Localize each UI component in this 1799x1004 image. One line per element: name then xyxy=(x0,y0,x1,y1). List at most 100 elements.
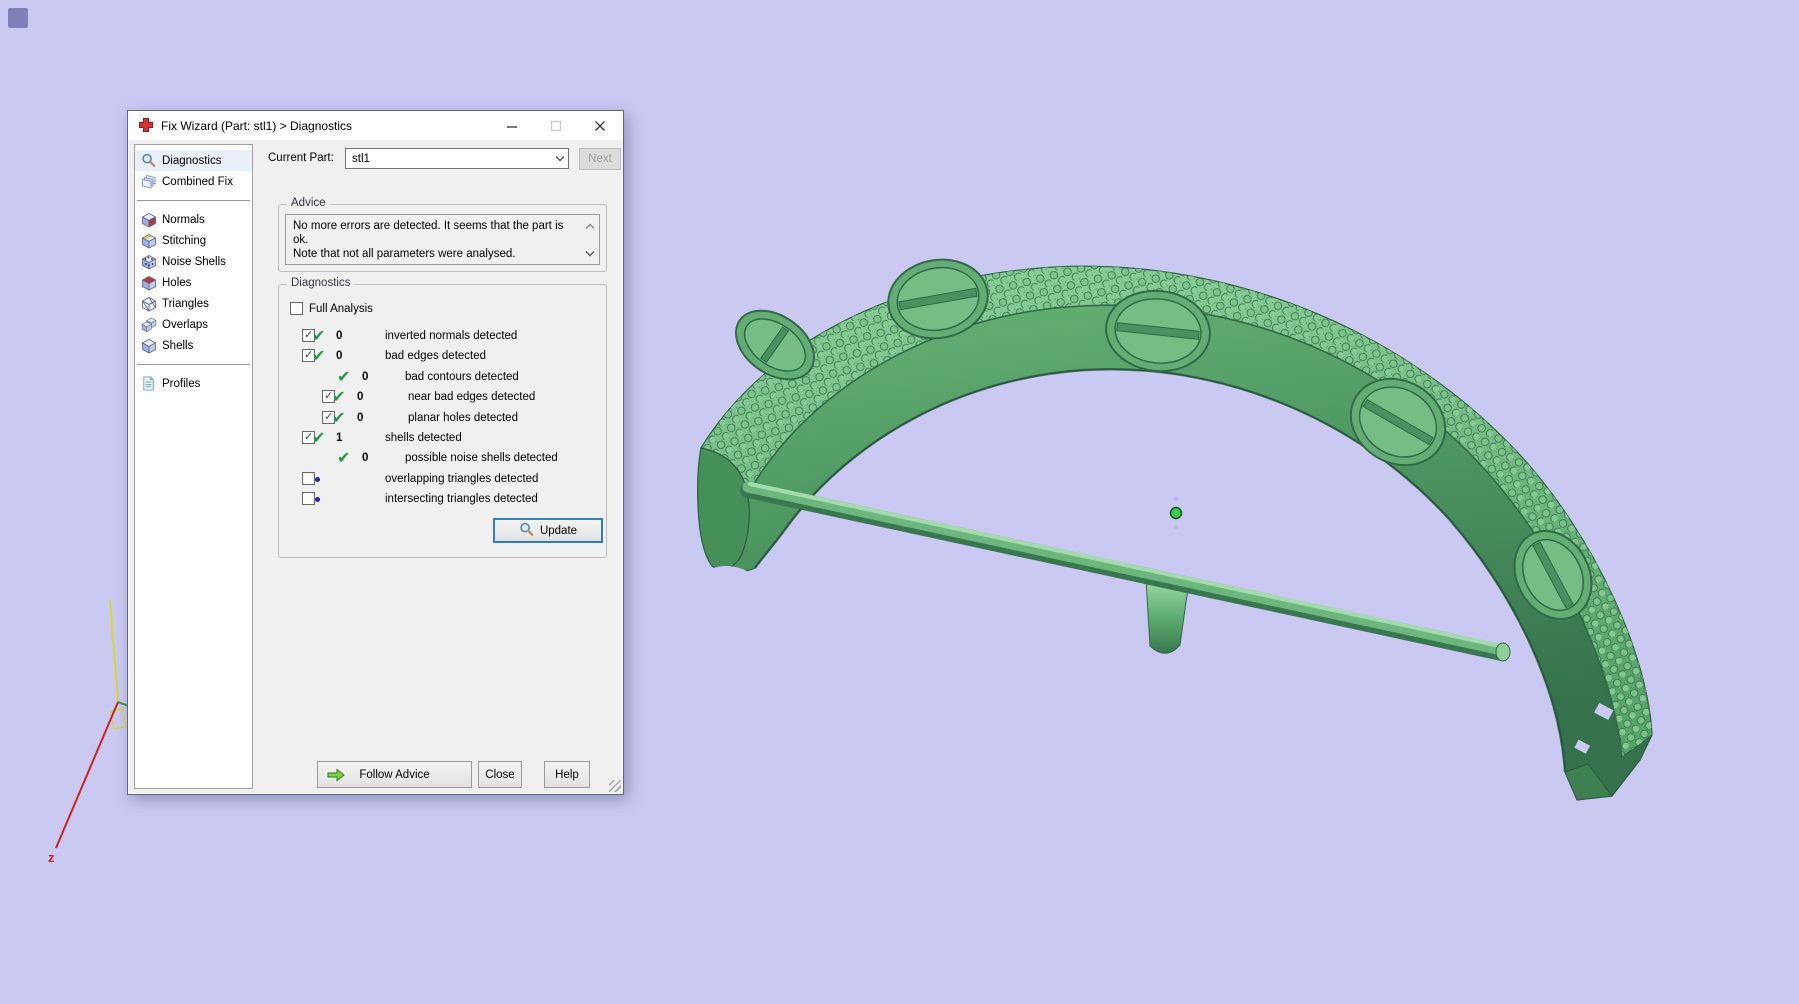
check-ok-icon: ✔ xyxy=(332,387,346,407)
diagnostic-count: 0 xyxy=(336,330,343,342)
sidebar-item-profiles[interactable]: Profiles xyxy=(135,373,252,394)
red-cross-icon xyxy=(138,117,154,133)
combined-fix-icon xyxy=(140,173,157,190)
sidebar-item-label: Diagnostics xyxy=(162,154,222,167)
current-part-label: Current Part: xyxy=(268,152,334,164)
background-fragment xyxy=(8,8,28,28)
diagnostic-count: 0 xyxy=(357,411,364,424)
sidebar-item-normals[interactable]: Normals xyxy=(135,209,252,230)
cube-stitching-icon xyxy=(140,232,157,249)
diagnostic-label: bad edges detected xyxy=(385,350,487,363)
green-arrow-icon xyxy=(326,768,346,785)
model-rod xyxy=(740,481,1511,662)
diagnostic-row: ✔ 0 near bad edges detected xyxy=(279,387,606,407)
advice-group-title: Advice xyxy=(287,197,330,209)
full-analysis-label: Full Analysis xyxy=(309,303,373,315)
minimize-icon[interactable] xyxy=(490,111,533,140)
sidebar-item-combined-fix[interactable]: Combined Fix xyxy=(135,171,252,192)
sidebar-separator xyxy=(137,364,250,365)
magnifier-icon xyxy=(519,522,534,540)
follow-advice-label: Follow Advice xyxy=(359,768,430,781)
sidebar-separator xyxy=(137,200,250,201)
magnifier-icon xyxy=(140,152,157,169)
diagnostic-count: 0 xyxy=(336,350,343,363)
advice-groupbox: Advice No more errors are detected. It s… xyxy=(278,197,607,272)
pending-dot-icon xyxy=(315,497,320,503)
check-ok-icon: ✔ xyxy=(332,407,346,427)
cube-normals-icon xyxy=(140,211,157,228)
help-button[interactable]: Help xyxy=(544,761,590,788)
sidebar-item-label: Overlaps xyxy=(162,318,209,331)
close-icon[interactable] xyxy=(578,111,621,140)
next-button-label: Next xyxy=(588,153,612,165)
cube-overlaps-icon xyxy=(140,316,157,333)
cube-shells-icon xyxy=(140,337,157,354)
chevron-down-icon[interactable] xyxy=(582,246,597,260)
maximize-icon[interactable] xyxy=(534,111,577,140)
dialog-titlebar[interactable]: Fix Wizard (Part: stl1) > Diagnostics xyxy=(128,111,623,140)
diagnostic-label: planar holes detected xyxy=(408,411,518,424)
full-analysis-checkbox[interactable] xyxy=(290,302,303,315)
resize-grip[interactable] xyxy=(609,780,621,792)
sidebar-item-label: Combined Fix xyxy=(162,175,233,188)
diagnostic-row: ✔ 0 bad edges detected xyxy=(279,346,606,366)
chevron-up-icon[interactable] xyxy=(582,219,597,233)
diagnostic-count: 0 xyxy=(357,391,364,404)
update-button-label: Update xyxy=(539,524,578,537)
dialog-title: Fix Wizard (Part: stl1) > Diagnostics xyxy=(161,119,353,133)
diagnostic-row: intersecting triangles detected xyxy=(279,489,606,509)
sidebar-item-noise-shells[interactable]: Noise Shells xyxy=(135,251,252,272)
advice-text: No more errors are detected. It seems th… xyxy=(293,219,575,261)
advice-line-2: Note that not all parameters were analys… xyxy=(293,248,516,260)
diagnostic-count: 0 xyxy=(362,370,369,383)
sidebar-item-stitching[interactable]: Stitching xyxy=(135,230,252,251)
rotation-center-marker xyxy=(1169,496,1183,530)
sidebar-item-label: Noise Shells xyxy=(162,255,226,268)
diagnostic-label: overlapping triangles detected xyxy=(385,472,539,485)
diagnostics-group-title: Diagnostics xyxy=(287,277,355,289)
current-part-select[interactable]: stl1 xyxy=(345,148,569,169)
sidebar-item-overlaps[interactable]: Overlaps xyxy=(135,314,252,335)
diagnostic-checkbox[interactable] xyxy=(302,471,315,485)
help-button-label: Help xyxy=(555,768,579,781)
check-ok-icon: ✔ xyxy=(312,427,326,447)
axis-indicator: z xyxy=(48,599,135,865)
cube-holes-icon xyxy=(140,274,157,291)
pending-dot-icon xyxy=(315,476,320,482)
current-part-value: stl1 xyxy=(352,152,370,165)
check-ok-icon: ✔ xyxy=(337,366,351,386)
sidebar-item-shells[interactable]: Shells xyxy=(135,335,252,356)
sidebar-item-label: Shells xyxy=(162,339,194,352)
update-button[interactable]: Update xyxy=(493,518,603,543)
diagnostic-row: ✔ 0 planar holes detected xyxy=(279,408,606,428)
cube-triangles-icon xyxy=(140,295,157,312)
next-button[interactable]: Next xyxy=(579,148,621,170)
advice-scrollbar[interactable] xyxy=(582,217,597,262)
check-ok-icon: ✔ xyxy=(312,326,326,345)
axis-z-label: z xyxy=(48,850,55,865)
diagnostic-label: shells detected xyxy=(385,431,462,444)
advice-textbox: No more errors are detected. It seems th… xyxy=(285,214,600,265)
follow-advice-button[interactable]: Follow Advice xyxy=(317,761,472,788)
fix-wizard-dialog: Fix Wizard (Part: stl1) > Diagnostics Di… xyxy=(127,110,624,795)
check-ok-icon: ✔ xyxy=(312,346,326,366)
sidebar-item-label: Holes xyxy=(162,276,192,289)
sidebar-item-triangles[interactable]: Triangles xyxy=(135,293,252,314)
diagnostics-checklist: ✔ 0 inverted normals detected ✔ 0 bad edges d… xyxy=(279,326,606,510)
sidebar-item-holes[interactable]: Holes xyxy=(135,272,252,293)
sidebar-item-label: Profiles xyxy=(162,377,201,390)
diagnostic-count: 0 xyxy=(362,452,369,465)
cube-noise-icon xyxy=(140,253,157,270)
sidebar-item-diagnostics[interactable]: Diagnostics xyxy=(135,150,252,171)
chevron-down-icon xyxy=(552,155,568,162)
diagnostic-count: 1 xyxy=(336,431,343,444)
close-dialog-button[interactable]: Close xyxy=(478,761,522,788)
profiles-icon xyxy=(140,375,157,392)
advice-line-1: No more errors are detected. It seems th… xyxy=(293,220,564,246)
diagnostic-label: bad contours detected xyxy=(405,370,519,383)
sidebar-item-label: Normals xyxy=(162,213,205,226)
diagnostic-checkbox[interactable] xyxy=(302,492,315,506)
diagnostics-groupbox: Diagnostics Full Analysis ✔ 0 inverted nor… xyxy=(278,277,607,558)
diagnostic-row: ✔ 0 inverted normals detected xyxy=(279,326,606,346)
diagnostic-label: near bad edges detected xyxy=(408,391,536,404)
